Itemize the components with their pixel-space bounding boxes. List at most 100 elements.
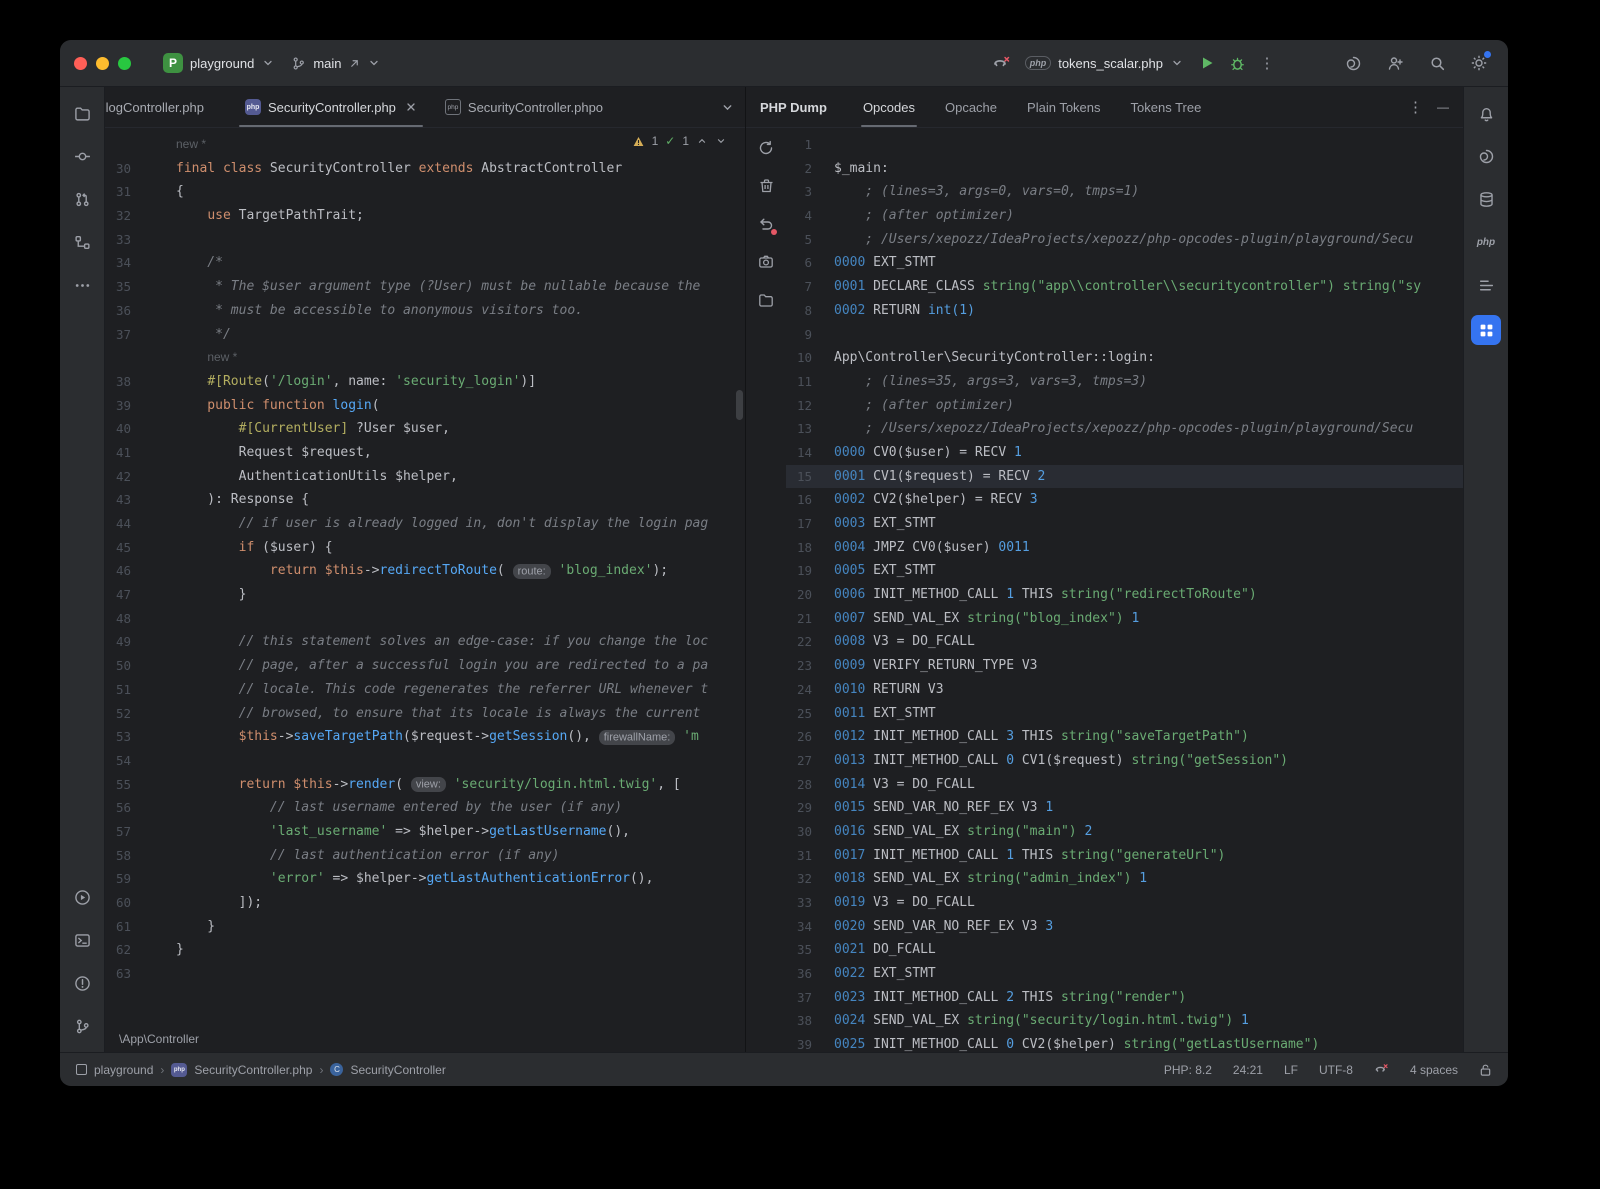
code-line[interactable]: 290015 SEND_VAR_NO_REF_EX V3 1 (786, 796, 1463, 820)
code-line[interactable]: 55 return $this->render( view: 'security… (105, 773, 745, 797)
close-window-button[interactable] (74, 57, 87, 70)
minimize-tool-window-icon[interactable]: — (1437, 100, 1449, 114)
code-line[interactable]: 380024 SEND_VAL_EX string("security/logi… (786, 1009, 1463, 1033)
code-line[interactable]: 1 (786, 133, 1463, 157)
opcodes-tool-icon[interactable] (1471, 315, 1501, 345)
code-line[interactable]: 46 return $this->redirectToRoute( route:… (105, 559, 745, 583)
code-line[interactable]: 300016 SEND_VAL_EX string("main") 2 (786, 820, 1463, 844)
code-line[interactable]: 52 // browsed, to ensure that its locale… (105, 702, 745, 726)
code-line[interactable]: 43 ): Response { (105, 488, 745, 512)
code-line[interactable]: 370023 INIT_METHOD_CALL 2 THIS string("r… (786, 986, 1463, 1010)
version-control-tool-icon[interactable] (69, 1013, 95, 1039)
code-line[interactable]: 60000 EXT_STMT (786, 251, 1463, 275)
tool-window-options-icon[interactable]: ⋮ (1408, 98, 1423, 116)
code-line[interactable]: 61 } (105, 915, 745, 939)
run-tool-icon[interactable] (69, 884, 95, 910)
code-line[interactable]: 63 (105, 962, 745, 986)
code-line[interactable]: 54 (105, 749, 745, 773)
tab-opcache[interactable]: Opcache (945, 87, 997, 127)
caret-position-widget[interactable]: 24:21 (1233, 1063, 1263, 1077)
code-line[interactable]: 62} (105, 938, 745, 962)
tab-plain-tokens[interactable]: Plain Tokens (1027, 87, 1100, 127)
readonly-lock-icon[interactable] (1479, 1063, 1492, 1077)
code-line[interactable]: 45 if ($user) { (105, 536, 745, 560)
breadcrumb-project[interactable]: playground (94, 1063, 153, 1077)
inspections-widget[interactable]: 1 ✓ 1 (632, 134, 727, 148)
problems-tool-icon[interactable] (69, 970, 95, 996)
code-line[interactable]: 330019 V3 = DO_FCALL (786, 891, 1463, 915)
commit-tool-icon[interactable] (69, 143, 95, 169)
settings-icon[interactable] (1464, 48, 1494, 78)
indent-widget[interactable]: 4 spaces (1410, 1063, 1458, 1077)
code-line[interactable]: 41 Request $request, (105, 441, 745, 465)
code-line[interactable]: 12 ; (after optimizer) (786, 394, 1463, 418)
run-config-selector[interactable]: php tokens_scalar.php (1017, 51, 1192, 76)
code-line[interactable]: 38 #[Route('/login', name: 'security_log… (105, 370, 745, 394)
editor-scrollbar[interactable] (736, 390, 743, 420)
code-line[interactable]: 250011 EXT_STMT (786, 702, 1463, 726)
code-line[interactable]: 57 'last_username' => $helper->getLastUs… (105, 820, 745, 844)
code-line[interactable]: 210007 SEND_VAL_EX string("blog_index") … (786, 607, 1463, 631)
minimize-window-button[interactable] (96, 57, 109, 70)
code-line[interactable]: 180004 JMPZ CV0($user) 0011 (786, 536, 1463, 560)
tab-tokens-tree[interactable]: Tokens Tree (1131, 87, 1202, 127)
code-line[interactable]: 350021 DO_FCALL (786, 938, 1463, 962)
pull-requests-tool-icon[interactable] (69, 186, 95, 212)
prev-problem-icon[interactable] (696, 135, 708, 147)
code-line[interactable]: 32 use TargetPathTrait; (105, 204, 745, 228)
breadcrumb-file[interactable]: SecurityController.php (194, 1063, 312, 1077)
code-line[interactable]: 160002 CV2($helper) = RECV 3 (786, 488, 1463, 512)
structure-tool-icon[interactable] (69, 229, 95, 255)
code-line[interactable]: 320018 SEND_VAL_EX string("admin_index")… (786, 867, 1463, 891)
debug-button[interactable] (1222, 48, 1252, 78)
code-line[interactable]: 10App\Controller\SecurityController::log… (786, 346, 1463, 370)
opcodes-view[interactable]: 12$_main:3 ; (lines=3, args=0, vars=0, t… (786, 128, 1463, 1052)
php-interpreter-widget[interactable]: PHP: 8.2 (1164, 1063, 1212, 1077)
project-widget[interactable]: P playground (155, 48, 283, 78)
code-line[interactable]: 220008 V3 = DO_FCALL (786, 630, 1463, 654)
code-line[interactable]: 9 (786, 323, 1463, 347)
code-line[interactable]: new * (105, 346, 745, 370)
tab-opcodes[interactable]: Opcodes (863, 87, 915, 127)
code-line[interactable]: 34 /* (105, 251, 745, 275)
code-line[interactable]: 11 ; (lines=35, args=3, vars=3, tmps=3) (786, 370, 1463, 394)
php-console-tool-icon[interactable]: php (1473, 229, 1499, 255)
code-line[interactable]: 260012 INIT_METHOD_CALL 3 THIS string("s… (786, 725, 1463, 749)
code-line[interactable]: 140000 CV0($user) = RECV 1 (786, 441, 1463, 465)
rollback-icon[interactable] (754, 212, 778, 236)
code-line[interactable]: 340020 SEND_VAR_NO_REF_EX V3 3 (786, 915, 1463, 939)
search-icon[interactable] (1422, 48, 1452, 78)
code-line[interactable]: 3 ; (lines=3, args=0, vars=0, tmps=1) (786, 180, 1463, 204)
project-tool-icon[interactable] (69, 100, 95, 126)
code-line[interactable]: 31{ (105, 180, 745, 204)
code-line[interactable]: 230009 VERIFY_RETURN_TYPE V3 (786, 654, 1463, 678)
code-line[interactable]: 56 // last username entered by the user … (105, 796, 745, 820)
notifications-icon[interactable] (1473, 100, 1499, 126)
namespace-breadcrumb[interactable]: \App\Controller (105, 1026, 745, 1052)
code-line[interactable]: 190005 EXT_STMT (786, 559, 1463, 583)
open-folder-icon[interactable] (754, 288, 778, 312)
code-line[interactable]: 310017 INIT_METHOD_CALL 1 THIS string("g… (786, 844, 1463, 868)
terminal-tool-icon[interactable] (69, 927, 95, 953)
hidden-tabs-icon[interactable] (720, 100, 735, 115)
code-line[interactable]: 39 public function login( (105, 394, 745, 418)
code-line[interactable]: 48 (105, 607, 745, 631)
php-debug-listen-icon[interactable] (987, 48, 1017, 78)
breadcrumb-class[interactable]: SecurityController (350, 1063, 445, 1077)
ai-assistant-icon[interactable] (1338, 48, 1368, 78)
ai-assistant-tool-icon[interactable] (1473, 143, 1499, 169)
fullscreen-window-button[interactable] (118, 57, 131, 70)
php-debug-listen-status-icon[interactable] (1374, 1062, 1389, 1077)
code-line[interactable]: 150001 CV1($request) = RECV 2 (786, 465, 1463, 489)
code-line[interactable]: 4 ; (after optimizer) (786, 204, 1463, 228)
code-line[interactable]: 59 'error' => $helper->getLastAuthentica… (105, 867, 745, 891)
line-separator-widget[interactable]: LF (1284, 1063, 1298, 1077)
editor-tab-securitycontroller-phpo[interactable]: php SecurityController.phpo (431, 87, 617, 127)
code-line[interactable]: 5 ; /Users/xepozz/IdeaProjects/xepozz/ph… (786, 228, 1463, 252)
code-line[interactable]: 13 ; /Users/xepozz/IdeaProjects/xepozz/p… (786, 417, 1463, 441)
snapshot-icon[interactable] (754, 250, 778, 274)
code-line[interactable]: 60 ]); (105, 891, 745, 915)
code-line[interactable]: 47 } (105, 583, 745, 607)
run-button[interactable] (1192, 48, 1222, 78)
close-tab-icon[interactable] (405, 101, 417, 113)
